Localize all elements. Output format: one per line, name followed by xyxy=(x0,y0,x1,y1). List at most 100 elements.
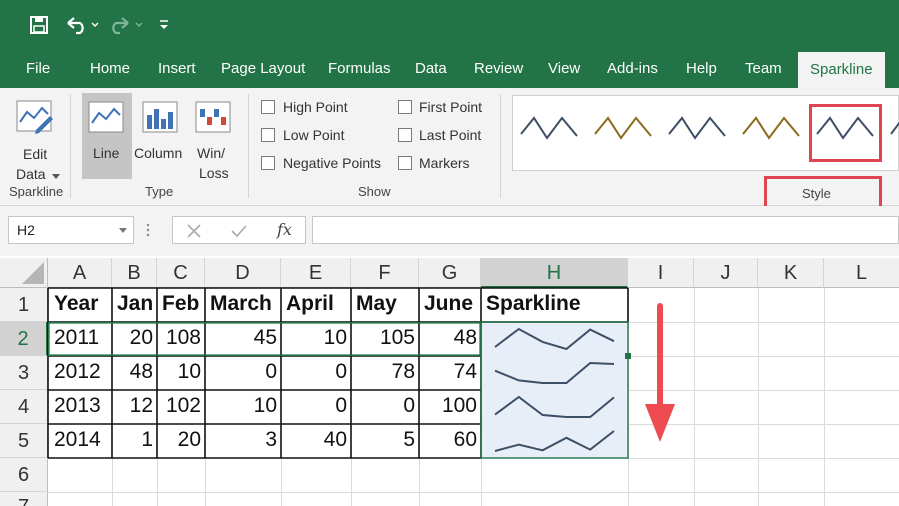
cancel-icon[interactable] xyxy=(187,224,201,238)
data-cell[interactable]: 74 xyxy=(419,360,481,384)
sparkline-2013[interactable] xyxy=(494,395,615,418)
tab-help[interactable]: Help xyxy=(686,50,717,88)
low-point-checkbox[interactable] xyxy=(261,128,275,142)
style-thumbnail-6-partial xyxy=(890,121,899,135)
year-cell[interactable]: 2012 xyxy=(50,360,112,384)
data-cell[interactable]: 10 xyxy=(157,360,205,384)
sparkline-2014[interactable] xyxy=(494,430,615,452)
line-type-button[interactable]: Line xyxy=(82,93,132,179)
style-thumbnail-4 xyxy=(742,116,800,140)
win-loss-label-1: Win/ xyxy=(197,145,225,161)
header-cell-may[interactable]: May xyxy=(352,292,419,316)
data-cell[interactable]: 12 xyxy=(112,394,157,418)
column-type-button[interactable]: Column xyxy=(134,93,188,179)
data-cell[interactable]: 48 xyxy=(112,360,157,384)
tab-team[interactable]: Team xyxy=(745,50,782,88)
tab-review[interactable]: Review xyxy=(474,50,523,88)
markers-checkbox[interactable] xyxy=(398,156,412,170)
tab-file[interactable]: File xyxy=(26,50,50,88)
tab-sparkline[interactable]: Sparkline xyxy=(798,52,885,88)
data-cell[interactable]: 78 xyxy=(351,360,419,384)
header-cell-april[interactable]: April xyxy=(282,292,351,316)
style-label-highlight xyxy=(764,176,882,209)
header-cell-feb[interactable]: Feb xyxy=(158,292,205,316)
formula-bar-resize-icon[interactable] xyxy=(146,222,158,238)
tab-data[interactable]: Data xyxy=(415,50,447,88)
chevron-down-icon[interactable] xyxy=(119,228,127,234)
ribbon: Edit Data Sparkline Line Column Win/ Los… xyxy=(0,88,899,209)
edit-data-label-2: Data xyxy=(16,166,46,182)
data-cell[interactable]: 45 xyxy=(205,326,281,350)
tab-insert[interactable]: Insert xyxy=(158,50,196,88)
data-cell[interactable]: 0 xyxy=(351,394,419,418)
tab-formulas[interactable]: Formulas xyxy=(328,50,391,88)
group-separator xyxy=(500,94,501,198)
data-cell[interactable]: 60 xyxy=(419,428,481,452)
last-point-checkbox[interactable] xyxy=(398,128,412,142)
low-point-label: Low Point xyxy=(283,127,345,143)
data-cell[interactable]: 20 xyxy=(112,326,157,350)
negative-points-checkbox[interactable] xyxy=(261,156,275,170)
data-cell[interactable]: 5 xyxy=(351,428,419,452)
high-point-label: High Point xyxy=(283,99,348,115)
down-arrow-annotation xyxy=(645,303,675,442)
ribbon-tabs: File Home Insert Page Layout Formulas Da… xyxy=(0,50,899,88)
insert-function-icon[interactable]: fx xyxy=(277,220,292,239)
data-cell[interactable]: 105 xyxy=(351,326,419,350)
tab-view[interactable]: View xyxy=(548,50,580,88)
formula-input[interactable] xyxy=(312,216,899,244)
worksheet-grid: A B C D E F G H I J K L 1 2 3 4 5 6 7 xyxy=(0,256,899,506)
edit-data-label-1: Edit xyxy=(23,146,48,162)
header-cell-sparkline[interactable]: Sparkline xyxy=(482,292,628,316)
enter-check-icon[interactable] xyxy=(231,224,247,238)
data-cell[interactable]: 108 xyxy=(157,326,205,350)
data-cell[interactable]: 3 xyxy=(205,428,281,452)
high-point-checkbox[interactable] xyxy=(261,100,275,114)
data-cell[interactable]: 20 xyxy=(157,428,205,452)
win-loss-type-button[interactable]: Win/ Loss xyxy=(190,93,238,181)
year-cell[interactable]: 2011 xyxy=(50,326,112,350)
style-thumbnail-2 xyxy=(594,116,652,140)
year-cell[interactable]: 2014 xyxy=(50,428,112,452)
undo-icon[interactable] xyxy=(62,10,102,40)
data-cell[interactable]: 100 xyxy=(419,394,481,418)
group-label-type: Type xyxy=(145,184,174,199)
edit-data-icon xyxy=(16,100,53,134)
group-separator xyxy=(70,94,71,198)
redo-icon[interactable] xyxy=(106,10,146,40)
formula-buttons: fx xyxy=(172,216,306,244)
first-point-label: First Point xyxy=(419,99,483,115)
data-cell[interactable]: 0 xyxy=(281,394,351,418)
header-cell-year[interactable]: Year xyxy=(50,292,112,316)
year-cell[interactable]: 2013 xyxy=(50,394,112,418)
save-icon[interactable] xyxy=(24,10,54,40)
selected-style-highlight[interactable] xyxy=(809,104,882,162)
data-cell[interactable]: 48 xyxy=(419,326,481,350)
header-cell-march[interactable]: March xyxy=(206,292,281,316)
tab-home[interactable]: Home xyxy=(90,50,130,88)
negative-points-label: Negative Points xyxy=(283,155,382,171)
data-cell[interactable]: 0 xyxy=(205,360,281,384)
sparkline-2012[interactable] xyxy=(494,361,615,384)
tab-page-layout[interactable]: Page Layout xyxy=(221,50,305,88)
data-cell[interactable]: 10 xyxy=(281,326,351,350)
line-type-label: Line xyxy=(93,145,120,161)
sparkline-2011[interactable] xyxy=(494,327,615,351)
last-point-label: Last Point xyxy=(419,127,482,143)
data-cell[interactable]: 0 xyxy=(281,360,351,384)
first-point-checkbox[interactable] xyxy=(398,100,412,114)
sparkline-cells[interactable] xyxy=(481,322,628,458)
edit-data-button[interactable]: Edit Data xyxy=(6,94,62,182)
group-label-sparkline: Sparkline xyxy=(9,184,64,199)
group-separator xyxy=(248,94,249,198)
data-cell[interactable]: 10 xyxy=(205,394,281,418)
header-cell-jan[interactable]: Jan xyxy=(113,292,157,316)
name-box[interactable]: H2 xyxy=(8,216,134,244)
tab-add-ins[interactable]: Add-ins xyxy=(607,50,658,88)
data-cell[interactable]: 1 xyxy=(112,428,157,452)
data-cell[interactable]: 102 xyxy=(157,394,205,418)
data-cell[interactable]: 40 xyxy=(281,428,351,452)
chevron-down-icon xyxy=(52,174,60,179)
customize-qat-icon[interactable] xyxy=(154,10,174,40)
header-cell-june[interactable]: June xyxy=(420,292,481,316)
